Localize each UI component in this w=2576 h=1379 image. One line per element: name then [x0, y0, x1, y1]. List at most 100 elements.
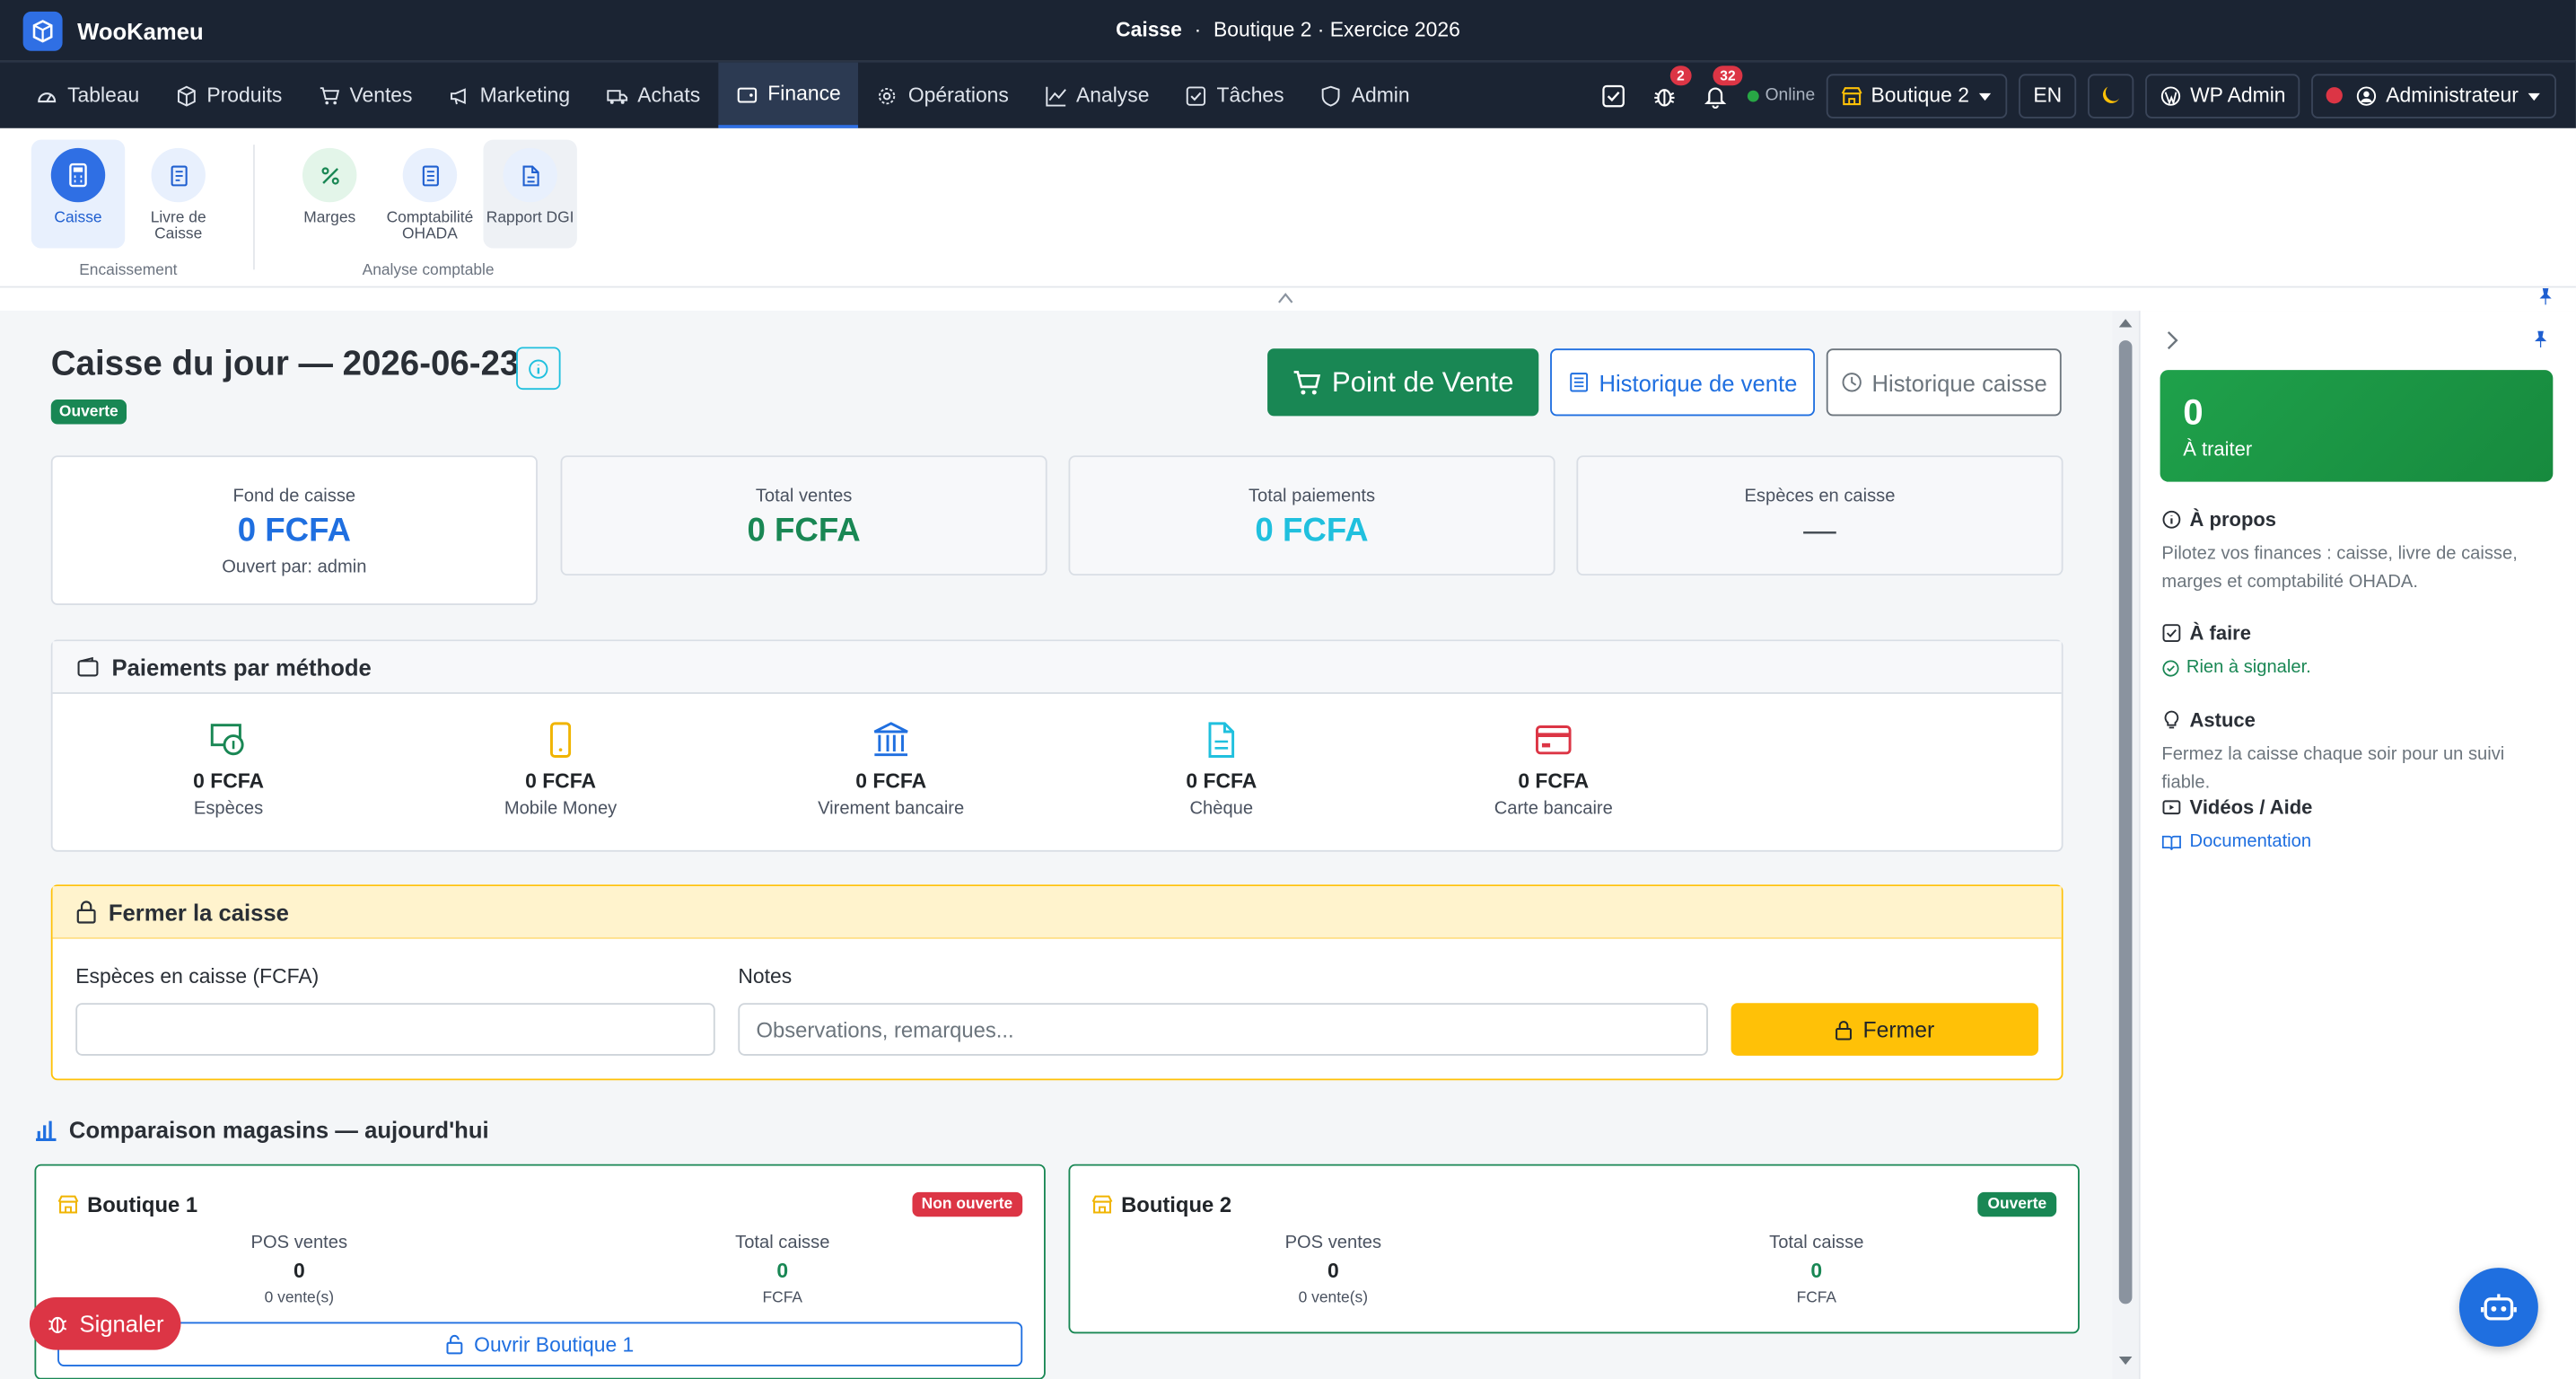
main-scrollbar[interactable]	[2116, 317, 2135, 1369]
nav-label: Tableau	[67, 83, 140, 108]
nav-item-admin[interactable]: Admin	[1302, 63, 1428, 128]
payment-method-virement: 0 FCFA Virement bancaire	[793, 718, 990, 819]
stat-sub: Ouvert par: admin	[222, 557, 367, 577]
nav-item-achats[interactable]: Achats	[588, 63, 718, 128]
user-menu[interactable]: Administrateur	[2311, 73, 2556, 118]
shop-selector[interactable]: Boutique 2	[1827, 73, 2008, 118]
nav-label: Ventes	[349, 83, 413, 108]
finance-ribbon: Caisse Livre de Caisse Encaissement Marg…	[0, 127, 2576, 288]
wordpress-icon	[2161, 85, 2181, 105]
tip-title: Astuce	[2189, 708, 2256, 733]
payment-method-especes: 0 FCFA Espèces	[130, 718, 328, 819]
documentation-link[interactable]: Documentation	[2161, 832, 2556, 852]
page-title: Caisse du jour — 2026-06-23	[50, 345, 520, 383]
nav-item-tableau[interactable]: Tableau	[18, 63, 157, 128]
ribbon-item-comptabilite-ohada[interactable]: Comptabilité OHADA	[383, 140, 477, 249]
report-icon	[503, 147, 557, 203]
todo-section: À faire Rien à signaler.	[2161, 621, 2556, 678]
scrollbar-thumb[interactable]	[2118, 340, 2133, 1304]
open-boutique-1-button[interactable]: Ouvrir Boutique 1	[57, 1322, 1023, 1366]
nav-item-operations[interactable]: Opérations	[859, 63, 1027, 128]
ribbon-group-label: Encaissement	[79, 261, 178, 280]
nav-item-analyse[interactable]: Analyse	[1027, 63, 1168, 128]
bug-report-button[interactable]: 2	[1645, 66, 1692, 115]
ribbon-item-livre-de-caisse[interactable]: Livre de Caisse	[132, 140, 225, 249]
bank-icon	[873, 722, 908, 757]
online-dot	[1747, 89, 1759, 101]
tasks-button[interactable]	[1594, 75, 1634, 115]
cash-icon	[210, 724, 244, 756]
stat-label: Total paiements	[1248, 487, 1376, 507]
store-icon	[1091, 1195, 1113, 1214]
fermer-button[interactable]: Fermer	[1730, 1003, 2039, 1056]
cash-amount-input[interactable]	[75, 1003, 715, 1056]
historique-vente-button[interactable]: Historique de vente	[1550, 348, 1815, 417]
info-button[interactable]	[516, 347, 561, 391]
ribbon-group-encaissement: Caisse Livre de Caisse	[31, 139, 225, 249]
close-caisse-title: Fermer la caisse	[108, 898, 289, 926]
notifications-button[interactable]: 32	[1696, 66, 1742, 115]
payments-card: Paiements par méthode	[50, 639, 2063, 852]
store-icon	[1842, 86, 1862, 105]
language-button[interactable]: EN	[2018, 73, 2077, 118]
chatbot-button[interactable]	[2458, 1268, 2538, 1347]
gear-icon	[879, 87, 897, 104]
bug-icon	[48, 1316, 67, 1334]
checkbox-icon	[2162, 624, 2181, 643]
payment-label: Chèque	[1189, 799, 1254, 820]
ribbon-item-label: Caisse	[54, 208, 102, 227]
payment-label: Carte bancaire	[1494, 799, 1613, 820]
shop-status-badge: Non ouverte	[911, 1191, 1023, 1217]
nav-item-ventes[interactable]: Ventes	[301, 63, 431, 128]
nav-label: Finance	[767, 82, 841, 106]
window-title-page: Caisse	[1116, 18, 1182, 41]
nav-item-produits[interactable]: Produits	[157, 63, 300, 128]
ribbon-collapse-bar[interactable]	[0, 287, 2576, 312]
ribbon-item-rapport-dgi[interactable]: Rapport DGI	[483, 139, 577, 249]
bug-icon	[1654, 88, 1676, 106]
shop-total-column: Total caisse 0 FCFA	[659, 1234, 906, 1307]
bar-chart-icon	[36, 1120, 57, 1142]
about-title: À propos	[2189, 507, 2277, 531]
ribbon-item-label: Marges	[303, 208, 356, 227]
shop-pos-column: POS ventes 0 0 vente(s)	[176, 1234, 423, 1307]
wp-admin-link[interactable]: WP Admin	[2145, 73, 2301, 118]
historique-caisse-button[interactable]: Historique caisse	[1826, 348, 2062, 417]
online-status: Online	[1747, 85, 1815, 105]
chevron-right-icon[interactable]	[2163, 330, 2179, 350]
payment-value: 0 FCFA	[193, 769, 265, 793]
todo-count-card[interactable]: 0 À traiter	[2160, 370, 2554, 482]
ribbon-group-analyse: Marges Comptabilité OHADA Rapport DGI	[283, 139, 577, 249]
point-de-vente-button[interactable]: Point de Vente	[1267, 348, 1539, 417]
shop-total-column: Total caisse 0 FCFA	[1693, 1234, 1940, 1307]
nav-label: Marketing	[479, 83, 571, 108]
nav-item-taches[interactable]: Tâches	[1168, 63, 1302, 128]
nav-label: Admin	[1351, 83, 1410, 108]
nav-item-marketing[interactable]: Marketing	[431, 63, 589, 128]
check-circle-icon	[2162, 659, 2179, 676]
pin-icon[interactable]	[2537, 288, 2554, 306]
payment-method-cheque: 0 FCFA Chèque	[1123, 718, 1320, 819]
wallet-icon	[77, 655, 99, 676]
ribbon-item-label: Livre de Caisse	[150, 208, 206, 244]
store-icon	[57, 1195, 79, 1214]
videos-title: Vidéos / Aide	[2189, 795, 2313, 820]
receipt-icon	[1569, 373, 1588, 392]
signaler-button[interactable]: Signaler	[29, 1297, 181, 1350]
box-icon	[177, 84, 196, 106]
nav-right: 2 32 Online Boutique 2 EN WP Admin Admin…	[1594, 63, 2556, 128]
documentation-label: Documentation	[2189, 831, 2312, 852]
user-circle-icon	[2357, 85, 2377, 105]
shop-total-label: Total caisse	[1769, 1233, 1864, 1253]
caret-down-icon	[1978, 92, 1991, 101]
pin-icon[interactable]	[2532, 330, 2550, 348]
phone-icon	[550, 722, 572, 758]
ribbon-item-caisse[interactable]: Caisse	[31, 139, 126, 249]
notes-input-label: Notes	[738, 965, 793, 988]
notification-count-badge: 32	[1713, 66, 1742, 86]
nav-item-finance[interactable]: Finance	[718, 62, 859, 128]
ribbon-item-marges[interactable]: Marges	[283, 140, 376, 249]
notes-input[interactable]: Observations, remarques...	[738, 1003, 1708, 1056]
theme-toggle[interactable]	[2088, 73, 2134, 118]
historique-caisse-label: Historique caisse	[1871, 369, 2047, 396]
